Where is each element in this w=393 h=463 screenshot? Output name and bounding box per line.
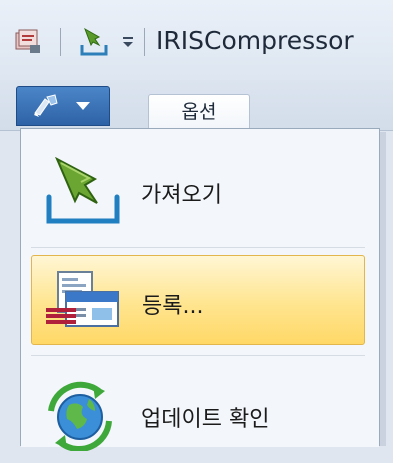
tab-options[interactable]: 옵션 [148, 94, 250, 131]
window-title: IRISCompressor [156, 26, 354, 55]
application-menu-icon [34, 94, 58, 117]
customize-dropdown-icon[interactable] [122, 30, 134, 54]
toolbar-separator [60, 28, 61, 56]
menu-item-label: 가져오기 [141, 183, 222, 208]
menu-item-label: 등록... [142, 294, 204, 319]
import-tray-icon [46, 157, 120, 224]
toolbar-separator [144, 28, 145, 56]
iris-app-icon[interactable] [14, 27, 42, 55]
chevron-down-icon [76, 102, 90, 110]
application-menu: 가져오기 등록... 업데이트 확인 [20, 128, 380, 451]
update-globe-icon [48, 381, 112, 451]
menu-item-label: 업데이트 확인 [141, 407, 270, 432]
registration-card-icon [46, 271, 119, 327]
menu-divider [31, 247, 365, 248]
quick-access-import-icon[interactable] [77, 25, 111, 59]
menu-item-import[interactable]: 가져오기 [31, 139, 365, 237]
menu-item-register[interactable]: 등록... [31, 255, 365, 345]
application-menu-button[interactable] [16, 86, 110, 126]
menu-divider [31, 355, 365, 356]
menu-item-check-update[interactable]: 업데이트 확인 [31, 365, 365, 463]
